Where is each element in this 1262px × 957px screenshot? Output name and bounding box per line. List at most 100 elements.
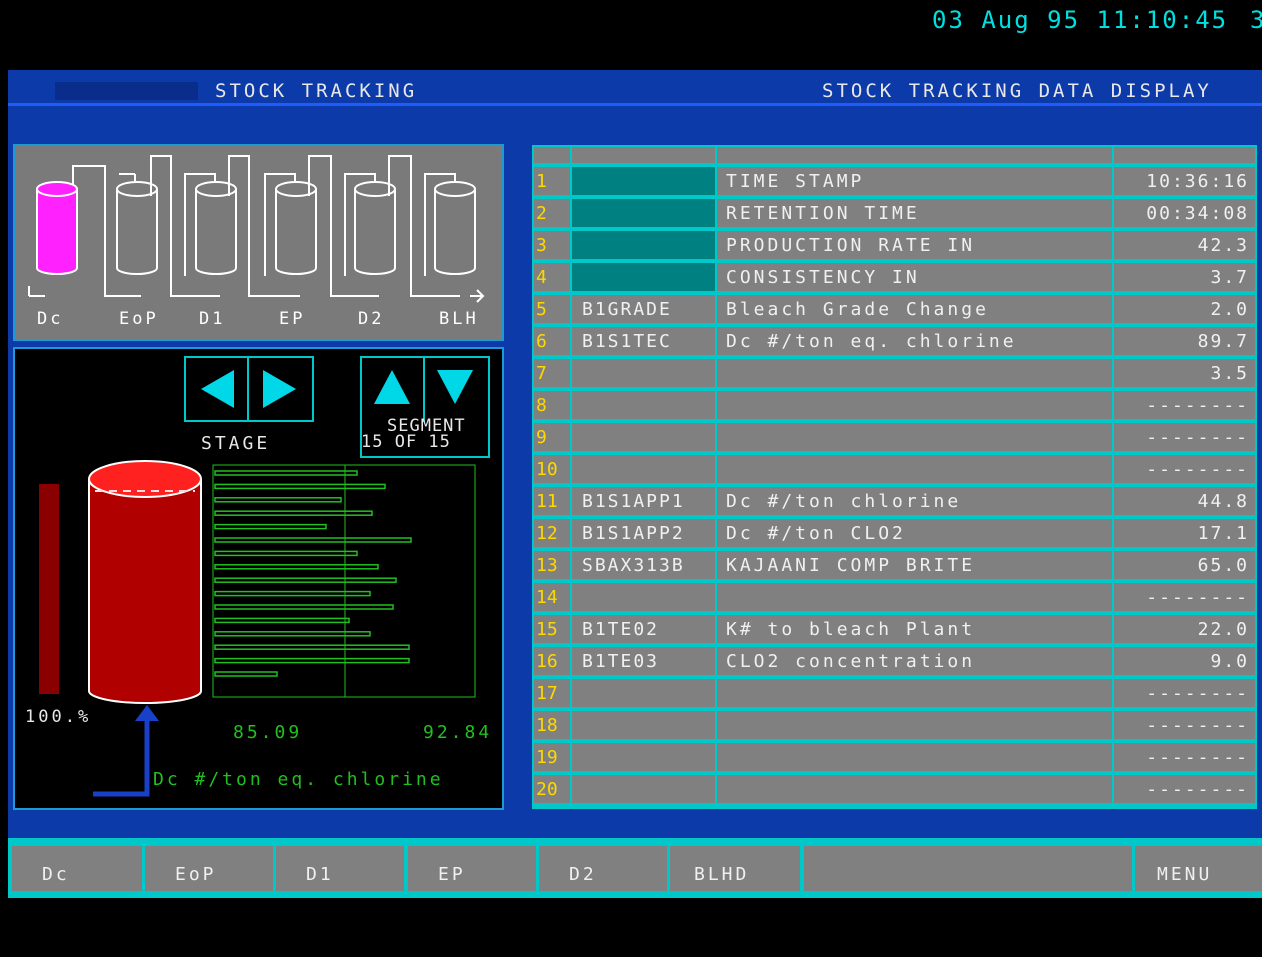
row-tag bbox=[572, 455, 715, 483]
segment-bar bbox=[214, 644, 410, 650]
table-row[interactable]: 11 B1S1APP1 Dc #/ton chlorine 44.8 bbox=[532, 485, 1257, 517]
row-tag: SBAX313B bbox=[572, 551, 715, 579]
segment-bar bbox=[214, 671, 278, 677]
input-arrow bbox=[93, 714, 150, 797]
table-row[interactable]: 19 -------- bbox=[532, 741, 1257, 773]
table-row[interactable]: 3 PRODUCTION RATE IN 42.3 bbox=[532, 229, 1257, 261]
row-value: -------- bbox=[1114, 711, 1255, 739]
stage-label-d2: D2 bbox=[358, 309, 385, 329]
row-value: 3.5 bbox=[1114, 359, 1255, 387]
row-number: 5 bbox=[534, 295, 570, 323]
fkey-blank[interactable] bbox=[804, 846, 1132, 891]
row-tag bbox=[572, 679, 715, 707]
process-overview: Dc EoP D1 EP D2 BLH bbox=[13, 144, 504, 341]
table-row[interactable]: 16 B1TE03 CLO2 concentration 9.0 bbox=[532, 645, 1257, 677]
row-number: 12 bbox=[534, 519, 570, 547]
row-value: 22.0 bbox=[1114, 615, 1255, 643]
data-table: 1 TIME STAMP 10:36:16 2 RETENTION TIME 00:34:… bbox=[532, 145, 1257, 809]
table-row[interactable]: 12 B1S1APP2 Dc #/ton CLO2 17.1 bbox=[532, 517, 1257, 549]
table-header bbox=[532, 145, 1257, 165]
stage-label-dc: Dc bbox=[37, 309, 64, 329]
table-row[interactable]: 5 B1GRADE Bleach Grade Change 2.0 bbox=[532, 293, 1257, 325]
row-tag bbox=[572, 167, 715, 195]
table-row[interactable]: 9 -------- bbox=[532, 421, 1257, 453]
row-description: PRODUCTION RATE IN bbox=[717, 231, 1112, 259]
header-cell bbox=[1114, 147, 1255, 163]
table-row[interactable]: 4 CONSISTENCY IN 3.7 bbox=[532, 261, 1257, 293]
row-value: 42.3 bbox=[1114, 231, 1255, 259]
row-number: 9 bbox=[534, 423, 570, 451]
row-tag: B1TE02 bbox=[572, 615, 715, 643]
row-description: Bleach Grade Change bbox=[717, 295, 1112, 323]
row-value: 9.0 bbox=[1114, 647, 1255, 675]
overview-tank bbox=[116, 189, 158, 275]
fkey-d2[interactable]: D2 bbox=[539, 846, 667, 891]
row-value: -------- bbox=[1114, 423, 1255, 451]
row-tag: B1S1APP2 bbox=[572, 519, 715, 547]
fkey-dc[interactable]: Dc bbox=[12, 846, 142, 891]
segment-bar bbox=[214, 497, 342, 503]
row-tag: B1TE03 bbox=[572, 647, 715, 675]
segment-bar bbox=[214, 550, 358, 557]
table-row[interactable]: 2 RETENTION TIME 00:34:08 bbox=[532, 197, 1257, 229]
row-description: Dc #/ton CLO2 bbox=[717, 519, 1112, 547]
row-tag bbox=[572, 391, 715, 419]
clock: 03 Aug 95 11:10:45 bbox=[932, 6, 1229, 34]
app-title: STOCK TRACKING bbox=[215, 80, 418, 102]
row-description bbox=[717, 679, 1112, 707]
process-diagram bbox=[28, 155, 485, 303]
row-description bbox=[717, 743, 1112, 771]
header-cell bbox=[717, 147, 1112, 163]
segment-bar bbox=[214, 617, 350, 624]
row-number: 10 bbox=[534, 455, 570, 483]
table-row[interactable]: 14 -------- bbox=[532, 581, 1257, 613]
table-row[interactable]: 10 -------- bbox=[532, 453, 1257, 485]
fkey-menu[interactable]: MENU bbox=[1135, 846, 1262, 891]
table-row[interactable]: 13 SBAX313B KAJAANI COMP BRITE 65.0 bbox=[532, 549, 1257, 581]
row-number: 3 bbox=[534, 231, 570, 259]
table-row[interactable]: 15 B1TE02 K# to bleach Plant 22.0 bbox=[532, 613, 1257, 645]
row-number: 4 bbox=[534, 263, 570, 291]
row-value: -------- bbox=[1114, 775, 1255, 803]
row-number: 15 bbox=[534, 615, 570, 643]
table-row[interactable]: 7 3.5 bbox=[532, 357, 1257, 389]
segment-bar bbox=[214, 590, 371, 597]
row-description bbox=[717, 359, 1112, 387]
row-number: 2 bbox=[534, 199, 570, 227]
row-number: 19 bbox=[534, 743, 570, 771]
row-description bbox=[717, 775, 1112, 803]
row-number: 7 bbox=[534, 359, 570, 387]
fkey-d1[interactable]: D1 bbox=[276, 846, 404, 891]
row-tag bbox=[572, 199, 715, 227]
row-tag bbox=[572, 775, 715, 803]
row-number: 20 bbox=[534, 775, 570, 803]
fkey-blhd[interactable]: BLHD bbox=[670, 846, 800, 891]
row-value: 17.1 bbox=[1114, 519, 1255, 547]
fkey-ep[interactable]: EP bbox=[408, 846, 536, 891]
table-row[interactable]: 8 -------- bbox=[532, 389, 1257, 421]
overview-tank bbox=[275, 189, 317, 275]
overview-tank bbox=[195, 189, 237, 275]
table-row[interactable]: 1 TIME STAMP 10:36:16 bbox=[532, 165, 1257, 197]
table-row[interactable]: 17 -------- bbox=[532, 677, 1257, 709]
overview-tank bbox=[354, 189, 396, 275]
table-row[interactable]: 18 -------- bbox=[532, 709, 1257, 741]
table-row[interactable]: 20 -------- bbox=[532, 773, 1257, 805]
row-tag bbox=[572, 231, 715, 259]
row-tag bbox=[572, 263, 715, 291]
row-number: 6 bbox=[534, 327, 570, 355]
row-description bbox=[717, 711, 1112, 739]
table-row[interactable]: 6 B1S1TEC Dc #/ton eq. chlorine 89.7 bbox=[532, 325, 1257, 357]
row-value: 65.0 bbox=[1114, 551, 1255, 579]
segment-bar bbox=[214, 470, 358, 476]
row-number: 18 bbox=[534, 711, 570, 739]
fkey-eop[interactable]: EoP bbox=[145, 846, 273, 891]
header-cell bbox=[534, 147, 570, 163]
parameter-name: Dc #/ton eq. chlorine bbox=[153, 769, 444, 790]
row-tag bbox=[572, 743, 715, 771]
segment-bar bbox=[214, 537, 412, 543]
row-description: RETENTION TIME bbox=[717, 199, 1112, 227]
stage-label-ep: EP bbox=[279, 309, 306, 329]
row-description: CLO2 concentration bbox=[717, 647, 1112, 675]
segment-bar bbox=[214, 657, 410, 664]
